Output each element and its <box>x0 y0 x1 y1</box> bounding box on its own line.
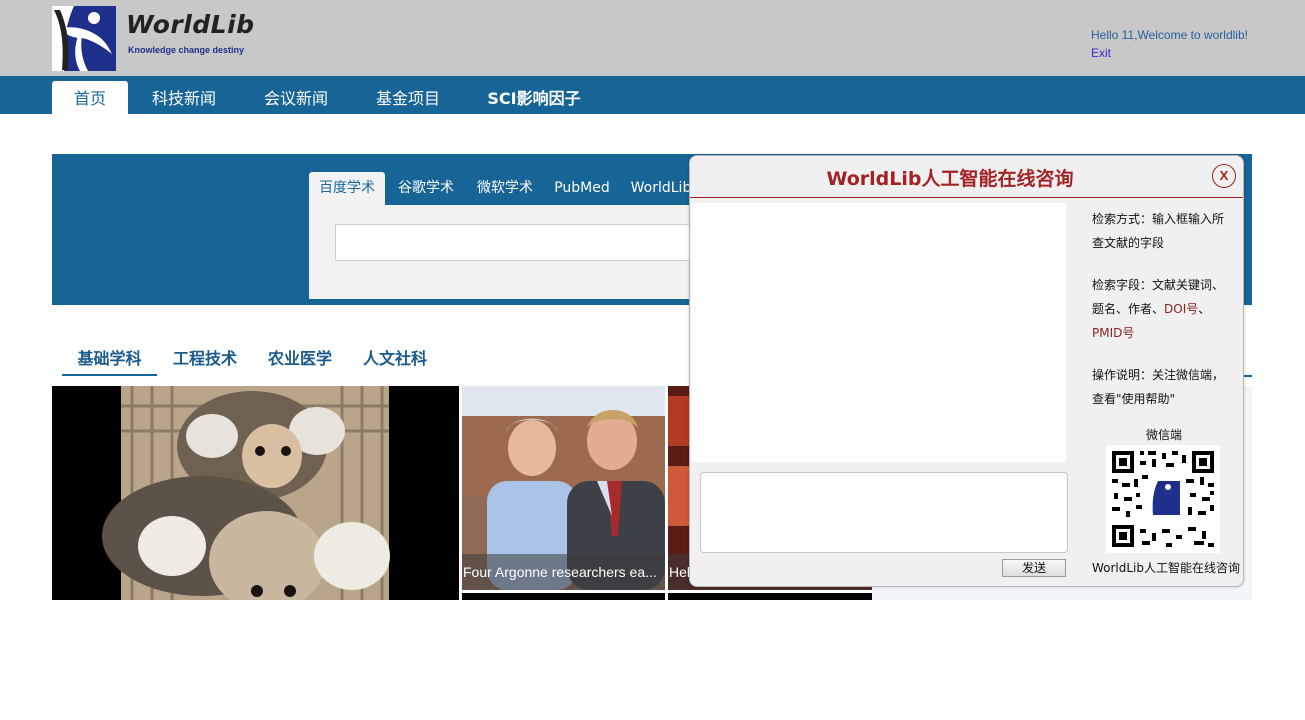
user-greeting: Hello 11,Welcome to worldlib! <box>1091 28 1248 42</box>
help-line: 操作说明：关注微信端， <box>1092 368 1225 382</box>
send-button[interactable]: 发送 <box>1002 559 1066 577</box>
help-text: 、 <box>1198 302 1211 316</box>
search-tab-microsoft[interactable]: 微软学术 <box>467 172 543 205</box>
nav-item-sci-impact-factor[interactable]: SCI影响因子 <box>474 81 594 114</box>
help-operation: 操作说明：关注微信端， 查看"使用帮助" <box>1092 363 1232 411</box>
ai-consult-dialog: WorldLib人工智能在线咨询 X 发送 检索方式：输入框输入所 查文献的字段… <box>689 155 1244 587</box>
wechat-qr-code-icon <box>1106 445 1220 553</box>
help-line: 检索方式：输入框输入所 <box>1092 212 1225 226</box>
help-text: 题名、作者、 <box>1092 302 1165 316</box>
nav-item-conference-news[interactable]: 会议新闻 <box>250 81 342 114</box>
news-card-strip <box>462 593 665 600</box>
category-tab-engineering[interactable]: 工程技术 <box>162 346 248 376</box>
search-tab-worldlib[interactable]: WorldLib <box>626 172 696 205</box>
news-card-strip <box>668 593 872 600</box>
category-tab-humanities[interactable]: 人文社科 <box>352 346 438 376</box>
news-card-caption: Four Argonne researchers ea... <box>462 554 665 590</box>
help-pmid: PMID号 <box>1092 326 1135 340</box>
search-tab-pubmed[interactable]: PubMed <box>546 172 618 205</box>
nav-item-tech-news[interactable]: 科技新闻 <box>138 81 230 114</box>
news-card-argonne[interactable]: Four Argonne researchers ea... <box>462 386 665 590</box>
title-divider <box>690 197 1243 198</box>
help-line: 检索字段：文献关键词、 <box>1092 278 1225 292</box>
wechat-label: 微信端 <box>1145 428 1182 442</box>
search-tab-baidu[interactable]: 百度学术 <box>309 172 385 205</box>
chat-log <box>691 203 1066 462</box>
worldlib-logo-icon[interactable] <box>52 6 116 71</box>
help-search-method: 检索方式：输入框输入所 查文献的字段 <box>1092 207 1232 255</box>
logo-title: WorldLib <box>126 10 255 39</box>
category-tab-agri-medicine[interactable]: 农业医学 <box>257 346 343 376</box>
main-nav: 首页 科技新闻 会议新闻 基金项目 SCI影响因子 <box>0 76 1305 114</box>
chat-input[interactable] <box>700 472 1068 553</box>
category-tab-basic-science[interactable]: 基础学科 <box>62 346 157 376</box>
help-line: 查文献的字段 <box>1092 236 1165 250</box>
dialog-title: WorldLib人工智能在线咨询 <box>826 168 1074 190</box>
logo-tagline: Knowledge change destiny <box>128 45 245 55</box>
help-line: 题名、作者、DOI号、 <box>1092 297 1232 321</box>
exit-link[interactable]: Exit <box>1091 46 1111 60</box>
news-image-main[interactable] <box>52 386 459 600</box>
close-button[interactable]: X <box>1212 164 1236 188</box>
qr-caption: WorldLib人工智能在线咨询 <box>1091 561 1241 575</box>
nav-item-home[interactable]: 首页 <box>52 81 128 114</box>
nav-item-fund-projects[interactable]: 基金项目 <box>362 81 454 114</box>
help-line: 查看"使用帮助" <box>1092 392 1176 406</box>
search-tab-google[interactable]: 谷歌学术 <box>388 172 464 205</box>
help-doi: DOI号 <box>1164 302 1199 316</box>
help-search-fields: 检索字段：文献关键词、 题名、作者、DOI号、 PMID号 <box>1092 273 1232 345</box>
page-header: WorldLib Knowledge change destiny Hello … <box>0 0 1305 76</box>
